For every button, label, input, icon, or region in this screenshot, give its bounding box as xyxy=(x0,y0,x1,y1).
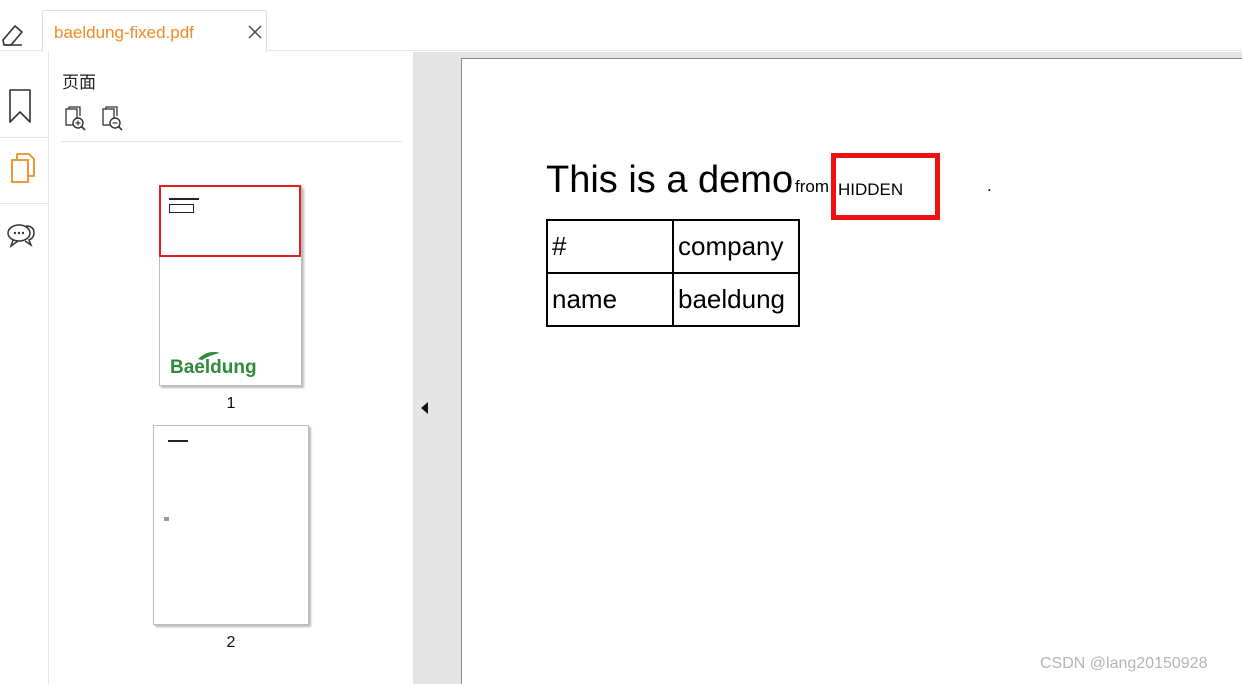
table-cell: name xyxy=(546,272,674,327)
close-icon[interactable] xyxy=(246,23,264,41)
document-table: # company name baeldung xyxy=(546,219,800,327)
tab-document[interactable]: baeldung-fixed.pdf xyxy=(42,10,267,52)
document-from-text: from xyxy=(795,177,829,196)
document-dot: . xyxy=(987,176,992,195)
thumb-logo-text: Baeldung xyxy=(170,357,257,377)
table-cell: company xyxy=(672,219,800,274)
side-rail xyxy=(0,52,49,684)
document-page: This is a demo from HIDDEN . # company n… xyxy=(461,58,1242,684)
table-cell: # xyxy=(546,219,674,274)
zoom-in-page-icon[interactable] xyxy=(63,106,87,132)
zoom-out-page-icon[interactable] xyxy=(100,106,124,132)
thumb-logo: Baeldung xyxy=(168,347,286,378)
page-number-1: 1 xyxy=(226,395,236,412)
panel-splitter[interactable] xyxy=(413,52,462,684)
document-view[interactable]: This is a demo from HIDDEN . # company n… xyxy=(461,52,1242,684)
tab-bar: baeldung-fixed.pdf xyxy=(0,0,1242,52)
document-hidden-text: HIDDEN xyxy=(838,180,904,199)
page-thumbnail-2[interactable] xyxy=(153,425,309,625)
collapse-arrow-icon[interactable] xyxy=(418,400,430,414)
table-row: # company xyxy=(546,219,800,274)
table-cell: baeldung xyxy=(672,272,800,327)
table-row: name baeldung xyxy=(546,272,800,327)
bookmark-button[interactable] xyxy=(0,72,48,138)
comments-button[interactable] xyxy=(0,204,48,270)
tab-label: baeldung-fixed.pdf xyxy=(54,23,194,42)
edit-icon[interactable] xyxy=(0,18,26,48)
pages-panel: 页面 Baeldung 1 2 xyxy=(49,52,413,684)
panel-title: 页面 xyxy=(62,73,96,93)
watermark: CSDN @lang20150928 xyxy=(1040,655,1208,672)
document-heading: This is a demo xyxy=(546,159,794,201)
viewport-indicator[interactable] xyxy=(159,185,301,257)
panel-divider xyxy=(61,141,402,142)
pages-button[interactable] xyxy=(0,138,48,204)
thumb-mark xyxy=(164,517,169,521)
page-number-2: 2 xyxy=(226,634,236,651)
thumb-heading-line xyxy=(168,440,188,442)
